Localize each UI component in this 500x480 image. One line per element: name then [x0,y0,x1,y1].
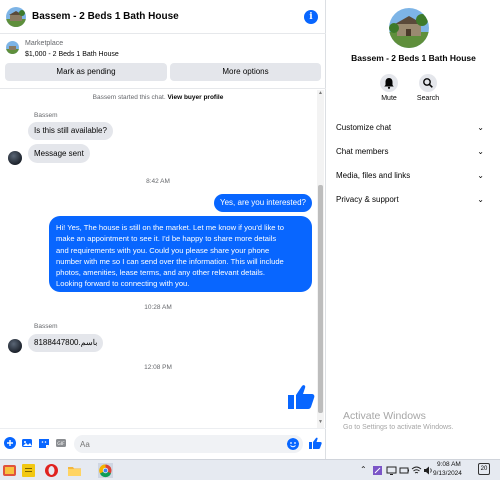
chat-pane: Bassem - 2 Beds 1 Bath House i Marketpla… [0,0,326,459]
menu-item-label: Chat members [336,147,389,156]
activate-windows-watermark: Activate Windows [343,410,426,422]
search-button[interactable]: Search [411,74,445,102]
chevron-down-icon: ⌄ [477,147,484,156]
opera-browser-icon[interactable] [44,463,59,478]
timestamp: 10:28 AM [144,304,172,311]
battery-icon[interactable] [399,465,410,476]
menu-item-customize-chat[interactable]: Customize chat ⌄ [336,123,484,137]
conversation-title: Bassem - 2 Beds 1 Bath House [351,53,476,63]
more-options-button[interactable]: More options [170,63,321,81]
scroll-down-arrow-icon[interactable]: ▼ [318,420,323,425]
message-bubble-outgoing[interactable]: Yes, are you interested? [214,194,312,212]
thumbs-up-icon [288,385,315,409]
file-explorer-icon[interactable] [67,463,82,478]
emoji-icon[interactable] [287,438,299,450]
timestamp: 8:42 AM [146,178,170,185]
message-line: number with me so I can send over the in… [56,256,284,266]
svg-text:GIF: GIF [57,441,65,447]
mute-label: Mute [381,95,397,102]
marketplace-label: Marketplace [25,40,64,47]
display-icon[interactable] [386,465,397,476]
message-bubble-incoming[interactable]: Message sent [28,144,90,163]
menu-item-media-files-links[interactable]: Media, files and links ⌄ [336,171,484,185]
plus-icon[interactable] [4,437,16,449]
notification-center-icon[interactable]: 20 [478,463,490,475]
message-line: and requirements with you. Could you ple… [56,245,270,255]
wifi-icon[interactable] [411,465,422,476]
avatar[interactable] [8,151,22,165]
chevron-down-icon: ⌄ [477,123,484,132]
sticky-notes-icon[interactable] [21,463,36,478]
menu-item-label: Privacy & support [336,195,399,204]
messenger-window: Bassem - 2 Beds 1 Bath House i Marketpla… [0,0,500,459]
chat-header: Bassem - 2 Beds 1 Bath House i [0,0,326,34]
image-icon[interactable] [21,437,33,449]
gif-icon[interactable]: GIF [55,437,67,449]
message-line: Looking forward to connecting with you. [56,279,190,289]
chat-details-panel: Bassem - 2 Beds 1 Bath House Mute Search… [327,0,500,459]
message-composer: GIF [0,428,326,459]
message-input-wrapper [74,435,303,453]
chat-started-notice: Bassem started this chat. View buyer pro… [0,94,316,101]
sender-name: Bassem [34,112,58,119]
menu-item-label: Media, files and links [336,171,411,180]
scroll-up-arrow-icon[interactable]: ▲ [318,91,323,96]
windows-taskbar: ⌃ 9:08 AM 9/13/2024 20 [0,459,500,480]
scrollbar-thumb[interactable] [318,185,323,413]
listing-thumbnail[interactable] [6,41,19,54]
sticker-icon[interactable] [38,437,50,449]
menu-item-chat-members[interactable]: Chat members ⌄ [336,147,484,161]
menu-item-label: Customize chat [336,123,392,132]
menu-item-privacy-support[interactable]: Privacy & support ⌄ [336,195,484,209]
message-bubble-outgoing[interactable]: Hi! Yes, The house is still on the marke… [49,216,312,292]
search-label: Search [416,95,440,102]
message-line: make an appointment to see it. I'd be ha… [56,234,277,244]
view-buyer-profile-link[interactable]: View buyer profile [167,94,223,101]
chrome-browser-icon[interactable] [98,463,113,478]
taskbar-clock-date[interactable]: 9/13/2024 [433,470,462,477]
page-title[interactable]: Bassem - 2 Beds 1 Bath House [32,11,179,22]
chat-started-text: Bassem started this chat. [92,94,166,101]
message-bubble-incoming[interactable]: 8188447800.باسم [28,334,104,352]
avatar[interactable] [6,6,26,27]
bell-icon [380,74,398,92]
activate-windows-hint: Go to Settings to activate Windows. [343,424,454,431]
message-bubble-incoming[interactable]: Is this still available? [28,122,113,140]
photos-app-icon[interactable] [2,463,17,478]
message-line: Hi! Yes, The house is still on the marke… [56,223,284,232]
avatar[interactable] [8,339,22,353]
message-thread[interactable]: Bassem started this chat. View buyer pro… [0,90,316,428]
chevron-up-icon[interactable]: ⌃ [360,465,367,474]
message-line: photos, amenities, lease terms, and any … [56,268,265,278]
thumbs-up-icon[interactable] [308,436,322,450]
chevron-down-icon: ⌄ [477,171,484,180]
avatar[interactable] [389,8,429,48]
pen-icon[interactable] [372,465,383,476]
taskbar-clock-time[interactable]: 9:08 AM [437,461,461,468]
message-input[interactable] [74,435,274,453]
chevron-down-icon: ⌄ [477,195,484,204]
mark-as-pending-button[interactable]: Mark as pending [5,63,167,81]
sender-name: Bassem [34,323,58,330]
listing-title[interactable]: $1,000 - 2 Beds 1 Bath House [25,51,119,58]
timestamp: 12:08 PM [144,364,172,371]
search-icon [419,74,437,92]
info-icon[interactable]: i [304,10,318,24]
mute-button[interactable]: Mute [372,74,406,102]
